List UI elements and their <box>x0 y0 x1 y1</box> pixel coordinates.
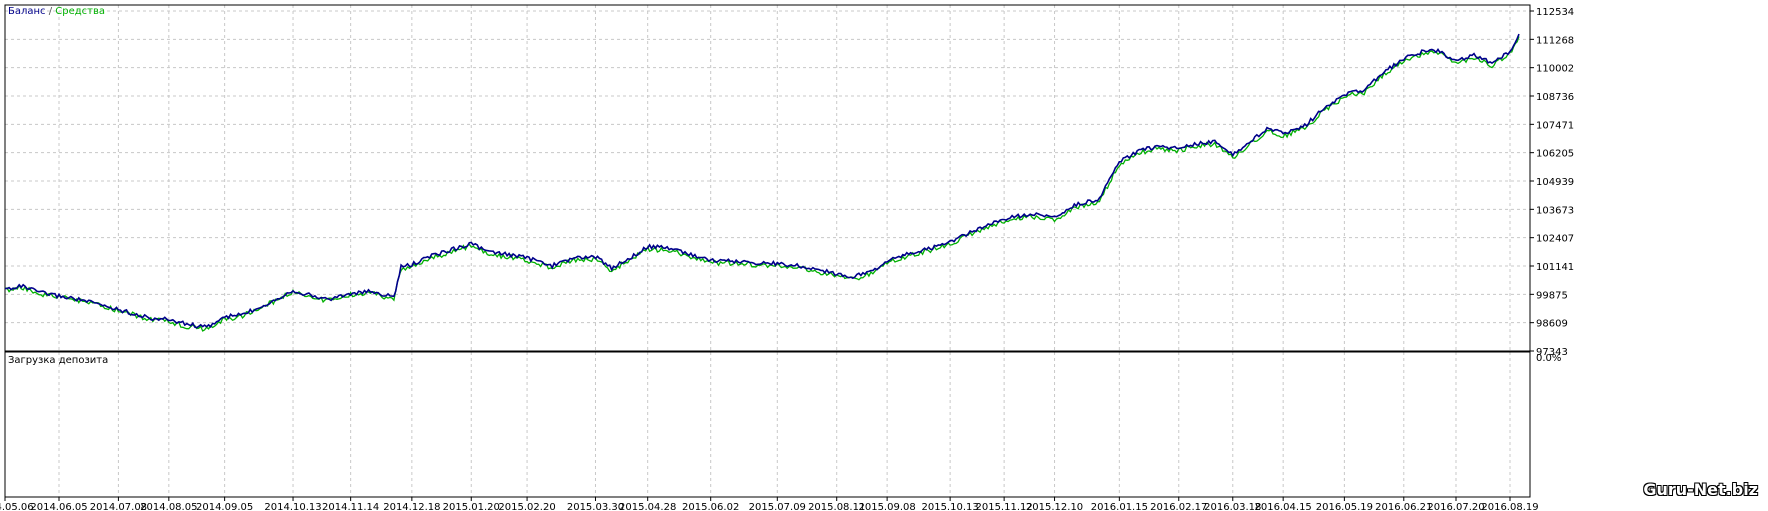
x-tick-label: 2015.11.12 <box>975 502 1032 511</box>
x-tick-label: 2016.08.19 <box>1481 502 1538 511</box>
y-axis-main: 112534 111268 110002 108736 107471 106205 1049… <box>1530 7 1574 358</box>
x-tick-label: 2015.08.11 <box>808 502 865 511</box>
x-tick-label: 2015.02.20 <box>498 502 555 511</box>
y-tick-label: 112534 <box>1536 7 1574 18</box>
deposit-plot-frame <box>4 351 1531 498</box>
chart-canvas: 112534 111268 110002 108736 107471 106205 1049… <box>0 4 1574 511</box>
y-tick-label: 98609 <box>1536 319 1568 330</box>
y-tick-label: 111268 <box>1536 35 1574 46</box>
x-tick-label: 2015.03.30 <box>567 502 624 511</box>
main-grid <box>4 5 1530 352</box>
x-tick-label: 2014.07.08 <box>90 502 147 511</box>
x-tick-label: 2014.11.14 <box>322 502 379 511</box>
legend-equity: Средства <box>55 6 105 17</box>
x-tick-label: 2015.01.20 <box>443 502 500 511</box>
x-tick-label: 2016.02.17 <box>1150 502 1207 511</box>
y-tick-label: 108736 <box>1536 92 1574 103</box>
y-tick-label: 106205 <box>1536 149 1574 160</box>
legend-balance: Баланс <box>8 6 46 17</box>
deposit-panel-title: Загрузка депозита <box>8 355 108 366</box>
x-tick-label: 2014.06.05 <box>30 502 87 511</box>
x-tick-label: 2016.03.18 <box>1204 502 1261 511</box>
x-tick-label: 2015.04.28 <box>619 502 676 511</box>
main-plot-frame <box>4 4 1531 352</box>
x-tick-label: 2014.10.13 <box>264 502 321 511</box>
x-tick-label: 2016.01.15 <box>1091 502 1148 511</box>
x-tick-label: 2015.12.10 <box>1026 502 1083 511</box>
x-tick-label: 2016.04.15 <box>1255 502 1312 511</box>
x-tick-label: 2016.07.20 <box>1427 502 1484 511</box>
y-tick-label: 99875 <box>1536 290 1568 301</box>
y-tick-label: 107471 <box>1536 120 1574 131</box>
x-tick-label: 2014.08.05 <box>140 502 197 511</box>
x-tick-label: 2016.05.19 <box>1316 502 1373 511</box>
x-tick-label: 2016.06.21 <box>1375 502 1432 511</box>
x-tick-label: 2015.09.08 <box>858 502 915 511</box>
y-tick-label: 104939 <box>1536 177 1574 188</box>
x-tick-label: 2014.12.18 <box>383 502 440 511</box>
x-tick-label: 2014.09.05 <box>196 502 253 511</box>
deposit-grid <box>4 352 1511 497</box>
deposit-y-tick-label: 0.0% <box>1536 353 1561 364</box>
y-tick-label: 110002 <box>1536 64 1574 75</box>
series-layer <box>4 33 1520 332</box>
x-tick-label: 2015.06.02 <box>682 502 739 511</box>
x-axis: 2014.05.062014.06.052014.07.082014.08.05… <box>0 497 1539 511</box>
series-equity-line <box>4 36 1520 332</box>
x-tick-label: 2015.10.13 <box>921 502 978 511</box>
x-tick-label: 2014.05.06 <box>0 502 34 511</box>
y-tick-label: 101141 <box>1536 262 1574 273</box>
y-axis-deposit: 0.0% <box>1536 353 1561 364</box>
y-tick-label: 103673 <box>1536 205 1574 216</box>
chart-legend: Баланс / Средства <box>8 6 105 17</box>
x-tick-label: 2015.07.09 <box>749 502 806 511</box>
legend-separator: / <box>46 6 56 17</box>
watermark: Guru-Net.biz <box>1643 480 1758 499</box>
y-tick-label: 102407 <box>1536 234 1574 245</box>
